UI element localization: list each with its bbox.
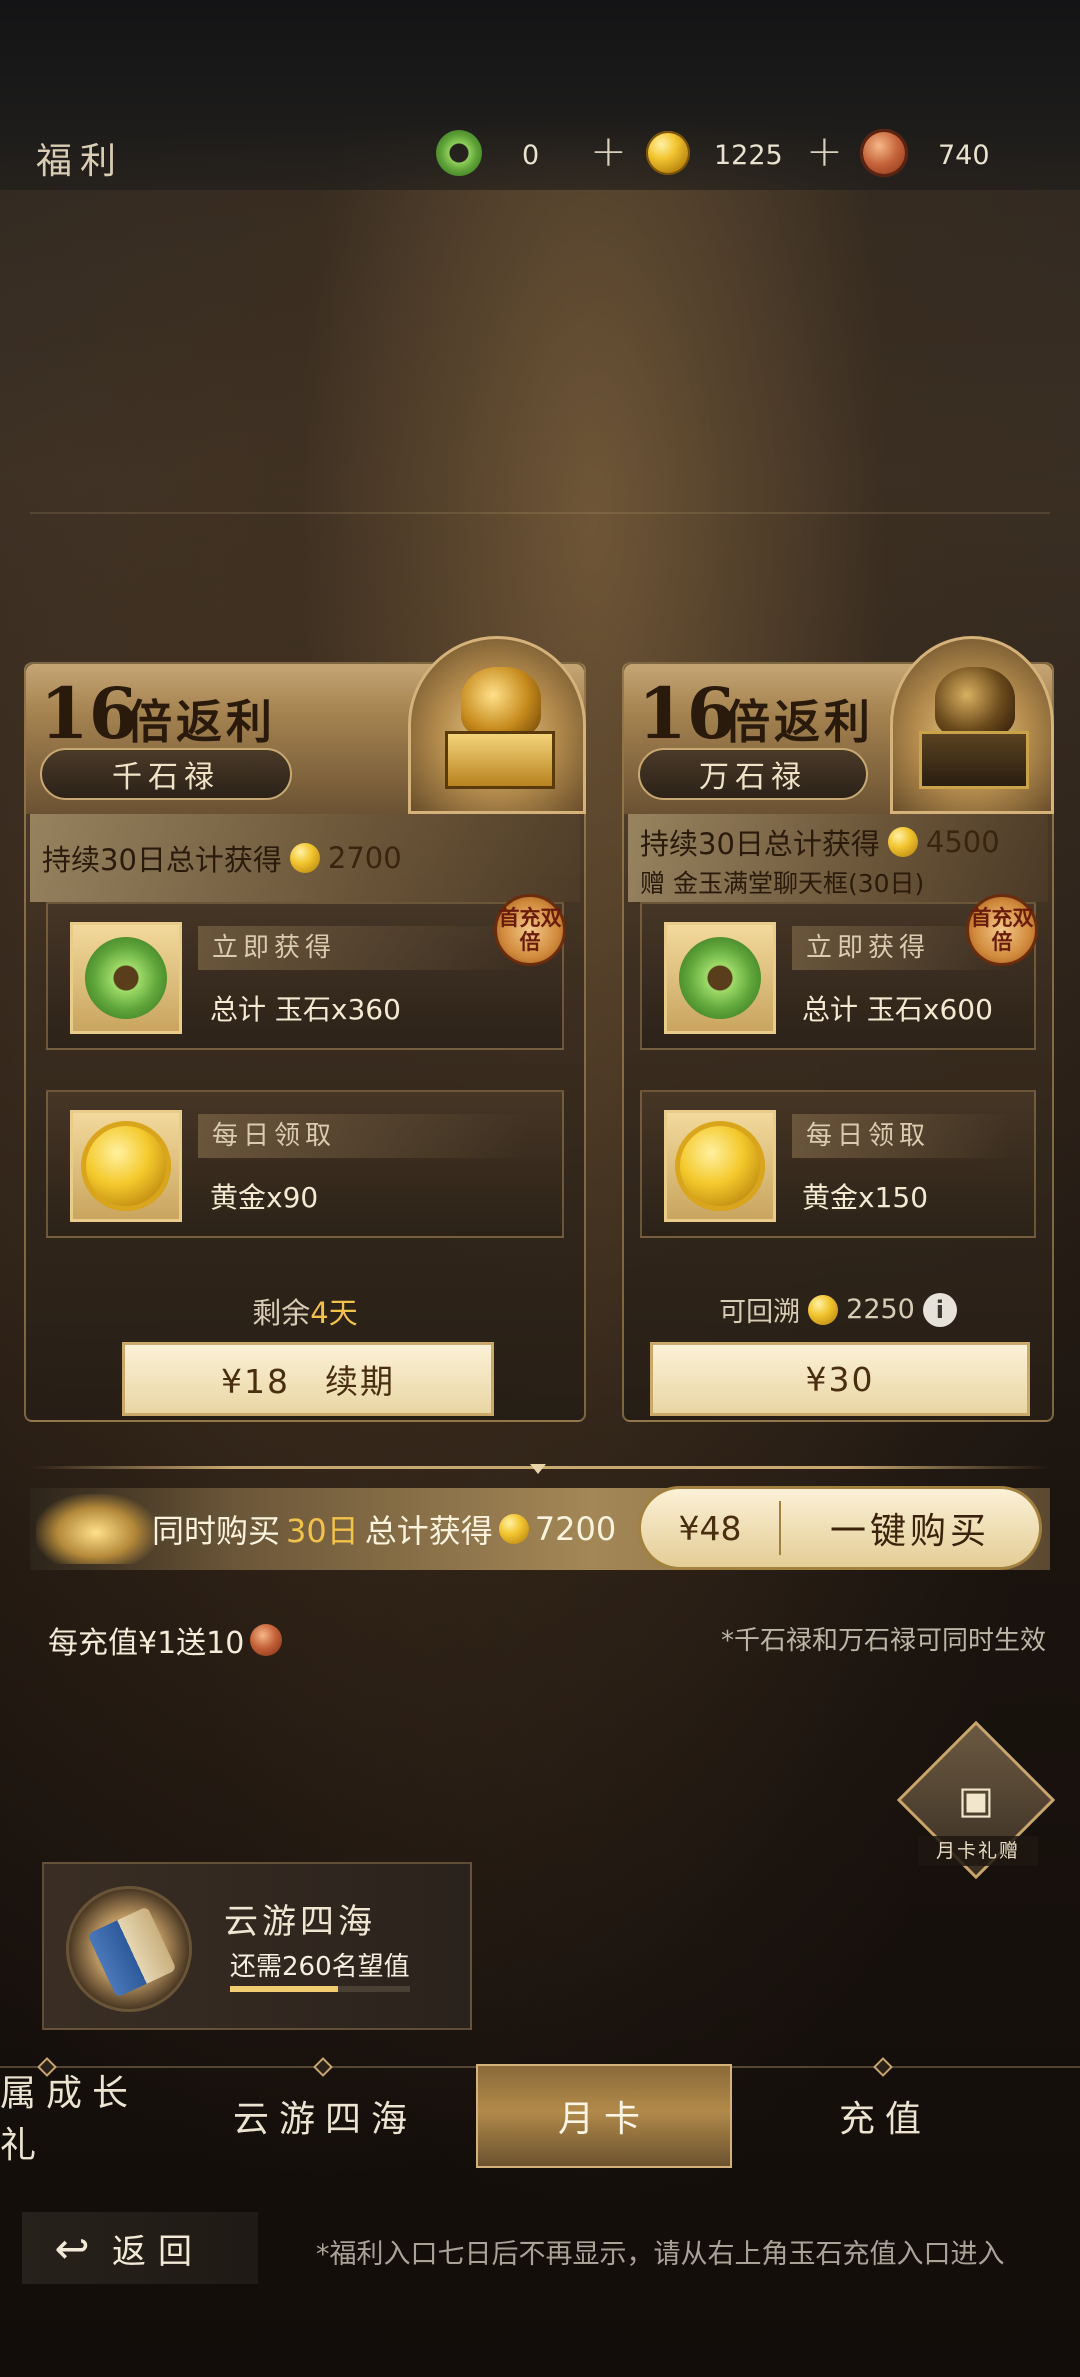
reward-label: 立即获得 [198, 926, 528, 970]
jade-balance-value: 0 [522, 140, 540, 171]
quest-progress-bar [230, 1986, 410, 1992]
reward-daily: 每日领取 黄金x90 [46, 1090, 564, 1238]
back-arrow-icon: ↩ [54, 2223, 90, 2273]
renew-button[interactable]: ¥18 续期 [122, 1342, 494, 1416]
gold-balance[interactable] [646, 128, 690, 178]
first-charge-double-badge: 首充双倍 [494, 894, 566, 966]
card-wanshilu: 16 倍返利 万石禄 持续30日总计获得 4500 赠 金玉满堂聊天框(30日)… [622, 636, 1054, 1422]
footer-note: *福利入口七日后不再显示，请从右上角玉石充值入口进入 [316, 2239, 1005, 2270]
gift-text: 赠 金玉满堂聊天框(30日) [640, 869, 925, 898]
jade-ring-icon [436, 130, 482, 176]
reward-daily: 每日领取 黄金x150 [640, 1090, 1036, 1238]
add-gold-button[interactable]: + [806, 130, 843, 174]
tab-growth-gift[interactable]: 属成长礼 [0, 2064, 170, 2168]
bronze-balance-value: 740 [938, 140, 990, 171]
buy-all-button[interactable]: ¥48 一键购买 [638, 1486, 1042, 1570]
reward-text: 黄金x150 [802, 1181, 929, 1214]
buy-button[interactable]: ¥30 [650, 1342, 1030, 1416]
recharge-note: 每充值¥1送10 [48, 1618, 283, 1662]
gold-coin-icon [498, 1514, 529, 1544]
reward-text: 总计 玉石x360 [210, 993, 401, 1026]
page-title: 福利 [36, 141, 125, 182]
seal-icon [408, 636, 586, 814]
tab-recharge[interactable]: 充值 [760, 2064, 1010, 2168]
tab-monthly-card[interactable]: 月卡 [476, 2064, 732, 2168]
card-name: 千石禄 [40, 748, 292, 800]
bundle-price: ¥48 [678, 1508, 742, 1548]
quest-progress-fill [230, 1986, 338, 1992]
total-value: 4500 [925, 825, 1000, 859]
jade-balance[interactable] [436, 128, 482, 178]
scroll-icon [87, 1906, 177, 1998]
card-name: 万石禄 [638, 748, 868, 800]
quest-image [66, 1886, 192, 2012]
bronze-token-icon [250, 1624, 283, 1656]
gold-balance-value: 1225 [714, 140, 783, 171]
gold-coin-icon [646, 131, 690, 175]
total-value: 2700 [327, 841, 402, 875]
reward-icon-frame [70, 922, 182, 1034]
reward-text: 黄金x90 [210, 1181, 319, 1214]
add-jade-button[interactable]: + [590, 130, 627, 174]
remaining-days: 剩余4天 [252, 1296, 358, 1330]
back-button[interactable]: ↩ 返回 [22, 2212, 258, 2284]
back-label: 返回 [112, 2231, 204, 2272]
multiplier: 16 [40, 672, 138, 755]
bronze-balance[interactable] [860, 128, 908, 178]
gold-coin-icon [81, 1121, 171, 1211]
gold-coin-icon [289, 843, 320, 873]
headline: 倍返利 [126, 695, 276, 749]
jade-ring-icon [679, 937, 761, 1019]
total-prefix: 持续30日总计获得 [42, 843, 282, 877]
gold-coin-icon [887, 827, 918, 857]
divider-line [30, 512, 1050, 514]
buy-all-label: 一键购买 [829, 1511, 990, 1552]
quest-card[interactable]: 云游四海 还需260名望值 [42, 1862, 472, 2030]
reward-instant: 立即获得 总计 玉石x600 首充双倍 [640, 894, 1038, 1050]
reward-label: 每日领取 [198, 1114, 528, 1158]
retro-row: 可回溯 2250 i [624, 1290, 1052, 1329]
quest-subtitle: 还需260名望值 [230, 1952, 410, 1982]
reward-icon-frame [70, 1110, 182, 1222]
multiplier: 16 [638, 672, 736, 755]
reward-label: 每日领取 [792, 1114, 1012, 1158]
monthly-gift-label: 月卡礼赠 [918, 1836, 1038, 1866]
gift-box-icon: ▣ [958, 1778, 994, 1822]
info-icon[interactable]: i [922, 1292, 957, 1327]
bronze-token-icon [860, 129, 908, 177]
retro-label: 可回溯 [719, 1297, 801, 1328]
retro-value: 2250 [846, 1294, 915, 1325]
first-charge-double-badge: 首充双倍 [966, 894, 1038, 966]
reward-icon-frame [664, 1110, 776, 1222]
total-prefix: 持续30日总计获得 [640, 827, 880, 861]
reward-icon-frame [664, 922, 776, 1034]
seal-icon [36, 1494, 156, 1564]
total-bar: 持续30日总计获得 2700 [30, 814, 580, 902]
headline: 倍返利 [724, 695, 874, 749]
total-bar: 持续30日总计获得 4500 赠 金玉满堂聊天框(30日) [628, 814, 1048, 902]
gold-coin-icon [808, 1294, 839, 1325]
quest-title: 云游四海 [224, 1902, 376, 1942]
top-bar [0, 0, 1080, 190]
gold-coin-icon [675, 1121, 765, 1211]
jade-ring-icon [85, 937, 167, 1019]
seal-icon [890, 636, 1054, 814]
card-qianshilu: 16 倍返利 千石禄 持续30日总计获得 2700 立即获得 总计 玉石x360… [24, 636, 586, 1422]
reward-text: 总计 玉石x600 [802, 993, 993, 1026]
tab-travel[interactable]: 云游四海 [200, 2064, 450, 2168]
bundle-text: 同时购买 30日 总计获得 7200 [152, 1510, 617, 1550]
chevron-down-icon [530, 1464, 546, 1474]
reward-instant: 立即获得 总计 玉石x360 首充双倍 [46, 894, 566, 1050]
simultaneous-note: *千石禄和万石禄可同时生效 [720, 1626, 1046, 1656]
